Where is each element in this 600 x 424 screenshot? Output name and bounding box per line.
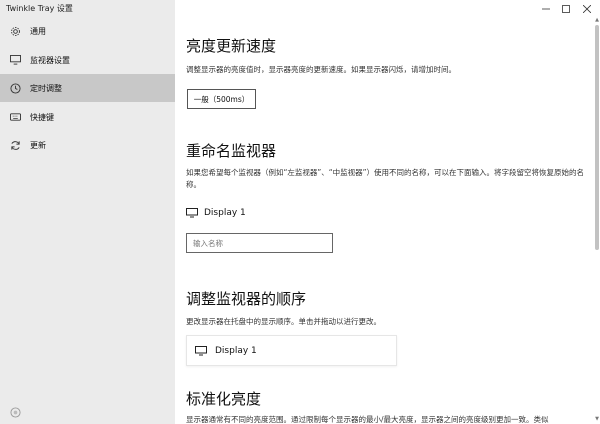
section-title-normalize: 标准化亮度 [186,390,262,408]
section-title-brightness-speed: 亮度更新速度 [186,37,277,55]
monitor-name-input[interactable] [186,233,333,253]
sidebar-item-schedule[interactable]: 定时调整 [0,74,175,102]
close-button[interactable] [577,2,597,16]
sidebar-item-updates[interactable]: 更新 [0,131,175,159]
sidebar-item-label: 快捷键 [30,112,54,122]
scroll-down-icon[interactable]: ▼ [594,416,600,423]
monitor-name: Display 1 [215,345,257,356]
monitor-name: Display 1 [204,208,246,218]
app-title: Twinkle Tray 设置 [6,4,73,13]
sidebar: Twinkle Tray 设置 通用 监视器设置 定时调整 快捷键 更新 [0,0,175,424]
sidebar-item-label: 通用 [30,26,46,36]
monitor-icon [186,208,198,218]
sidebar-item-general[interactable]: 通用 [0,17,175,45]
keyboard-icon [9,111,21,123]
scrollbar-thumb[interactable] [595,25,599,250]
sidebar-item-label: 监视器设置 [30,55,70,65]
monitor-order-item[interactable]: Display 1 [186,335,397,366]
section-title-rename: 重命名监视器 [186,142,277,160]
clock-icon [9,82,21,94]
scroll-up-icon[interactable]: ▲ [594,17,600,24]
main-content: 亮度更新速度 调整显示器的亮度值时，显示器亮度的更新速度。如果显示器闪烁，请增加… [175,0,600,424]
sidebar-item-monitor-settings[interactable]: 监视器设置 [0,46,175,74]
maximize-button[interactable] [556,2,576,16]
refresh-icon [9,139,21,151]
gear-icon [9,25,21,37]
minimize-button[interactable] [536,2,556,16]
section-title-order: 调整监视器的顺序 [186,290,307,308]
section-description: 调整显示器的亮度值时，显示器亮度的更新速度。如果显示器闪烁，请增加时间。 [186,65,456,74]
update-speed-select[interactable]: 一般（500ms） [187,89,256,109]
sidebar-item-label: 定时调整 [30,83,62,93]
rename-monitor-row: Display 1 [186,208,246,218]
sidebar-item-hotkeys[interactable]: 快捷键 [0,103,175,131]
section-description: 如果您希望每个监视器（例如“左监视器”、“中监视器”）使用不同的名称，可以在下面… [186,168,585,189]
section-description: 显示器通常有不同的亮度范围。通过限制每个显示器的最小/最大亮度，显示器之间的亮度… [186,415,549,424]
monitor-icon [9,54,21,66]
section-description: 更改显示器在托盘中的显示顺序。单击并拖动以进行更改。 [186,317,381,326]
sidebar-item-label: 更新 [30,140,46,150]
maximize-icon [562,5,570,13]
monitor-icon [195,345,207,355]
close-icon [583,5,591,13]
info-icon[interactable] [10,403,21,418]
minimize-icon [542,8,550,10]
